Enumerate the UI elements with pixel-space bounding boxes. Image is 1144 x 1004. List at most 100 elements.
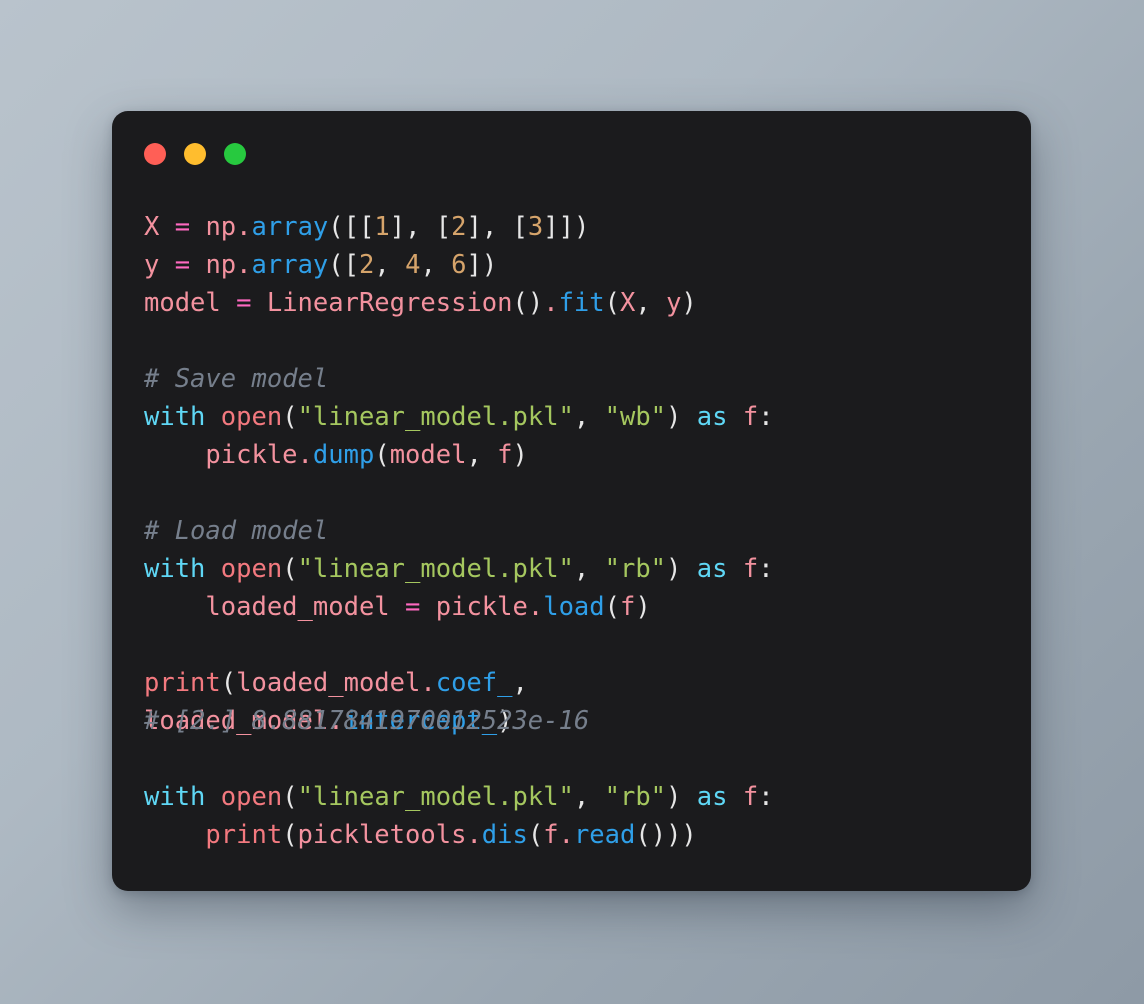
code-token: dump bbox=[312, 440, 375, 470]
code-token: with bbox=[144, 402, 206, 432]
code-token: ( bbox=[328, 250, 344, 280]
code-token: # Load model bbox=[144, 516, 329, 546]
code-token: 2 bbox=[359, 250, 375, 280]
code-block[interactable]: X = np.array([[1], [2], [3]]) y = np.arra… bbox=[144, 208, 1031, 854]
code-token: ], [ bbox=[466, 212, 528, 242]
code-token: "wb" bbox=[604, 402, 667, 432]
code-token: LinearRegression bbox=[266, 288, 513, 318]
code-token: ]) bbox=[466, 250, 498, 280]
code-token: 6 bbox=[451, 250, 467, 280]
code-token: f bbox=[742, 402, 759, 432]
code-token: read bbox=[573, 820, 636, 850]
code-token: : bbox=[758, 554, 774, 584]
code-token: y bbox=[666, 288, 682, 318]
code-token: , bbox=[573, 554, 605, 584]
code-line-output-overlay: # [2.] 8.8817841970012523e-16 bbox=[144, 702, 589, 740]
code-token: = bbox=[174, 212, 191, 242]
code-token: ( bbox=[604, 592, 620, 622]
code-token: with bbox=[144, 782, 206, 812]
code-token: = bbox=[405, 592, 421, 622]
code-token: ( bbox=[328, 212, 344, 242]
code-token: loaded_model bbox=[205, 592, 390, 622]
code-token: ) bbox=[512, 440, 528, 470]
code-line: loaded_model = pickle.load(f) bbox=[144, 588, 1031, 626]
code-token: ())) bbox=[635, 820, 697, 850]
code-token: print bbox=[144, 668, 221, 698]
code-token: y bbox=[144, 250, 160, 280]
code-token: fit bbox=[558, 288, 605, 318]
code-token: with bbox=[144, 554, 206, 584]
code-token: as bbox=[696, 554, 728, 584]
code-token: pickletools bbox=[297, 820, 467, 850]
code-token: [ bbox=[343, 250, 359, 280]
code-token: [[ bbox=[343, 212, 375, 242]
code-token: pickle bbox=[205, 440, 298, 470]
code-token: ( bbox=[282, 554, 298, 584]
zoom-button[interactable] bbox=[224, 143, 246, 165]
code-line: print(pickletools.dis(f.read())) bbox=[144, 816, 1031, 854]
code-line: print(loaded_model.coef_, bbox=[144, 664, 1031, 702]
code-token: ( bbox=[527, 820, 544, 850]
code-token: 3 bbox=[527, 212, 544, 242]
close-button[interactable] bbox=[144, 143, 166, 165]
code-token: open bbox=[220, 782, 283, 812]
code-token: . bbox=[236, 250, 252, 280]
code-token: f bbox=[497, 440, 513, 470]
code-token: ]]) bbox=[543, 212, 590, 242]
code-token: "rb" bbox=[604, 554, 667, 584]
code-token: ) bbox=[666, 402, 682, 432]
code-token: as bbox=[696, 782, 728, 812]
code-token: dis bbox=[481, 820, 528, 850]
code-line: y = np.array([2, 4, 6]) bbox=[144, 246, 1031, 284]
code-token: pickle bbox=[435, 592, 528, 622]
code-token: , bbox=[374, 250, 406, 280]
code-token: . bbox=[543, 288, 559, 318]
code-token: X bbox=[619, 288, 636, 318]
code-token: . bbox=[420, 668, 436, 698]
code-token: : bbox=[758, 782, 774, 812]
code-token: X bbox=[144, 212, 160, 242]
code-window-card: X = np.array([[1], [2], [3]]) y = np.arra… bbox=[112, 111, 1031, 891]
code-token: . bbox=[527, 592, 544, 622]
window-titlebar bbox=[144, 143, 246, 165]
code-line: with open("linear_model.pkl", "rb") as f… bbox=[144, 550, 1031, 588]
code-token: , bbox=[573, 402, 605, 432]
code-token: coef_ bbox=[435, 668, 513, 698]
code-line-overlapping: loaded_model.intercept_) # [2.] 8.8817841… bbox=[144, 702, 1031, 740]
code-token: model bbox=[389, 440, 467, 470]
code-token: ) bbox=[666, 554, 682, 584]
page-root: X = np.array([[1], [2], [3]]) y = np.arra… bbox=[0, 0, 1144, 1004]
code-token: 2 bbox=[451, 212, 467, 242]
code-token: , bbox=[573, 782, 605, 812]
code-token: "linear_model.pkl" bbox=[297, 782, 574, 812]
code-token: ], [ bbox=[389, 212, 452, 242]
code-token: "rb" bbox=[604, 782, 667, 812]
code-token: , bbox=[420, 250, 452, 280]
code-token: = bbox=[174, 250, 191, 280]
code-token: , bbox=[635, 288, 667, 318]
code-line: X = np.array([[1], [2], [3]]) bbox=[144, 208, 1031, 246]
code-line: # Load model bbox=[144, 512, 1031, 550]
code-token: f bbox=[742, 782, 759, 812]
code-token: , bbox=[466, 440, 498, 470]
code-token: # Save model bbox=[144, 364, 329, 394]
minimize-button[interactable] bbox=[184, 143, 206, 165]
code-token: ( bbox=[282, 402, 298, 432]
code-token: 4 bbox=[405, 250, 421, 280]
code-token: open bbox=[220, 554, 283, 584]
code-token: f bbox=[543, 820, 559, 850]
code-token: . bbox=[236, 212, 252, 242]
code-token: : bbox=[758, 402, 774, 432]
code-token: () bbox=[512, 288, 544, 318]
